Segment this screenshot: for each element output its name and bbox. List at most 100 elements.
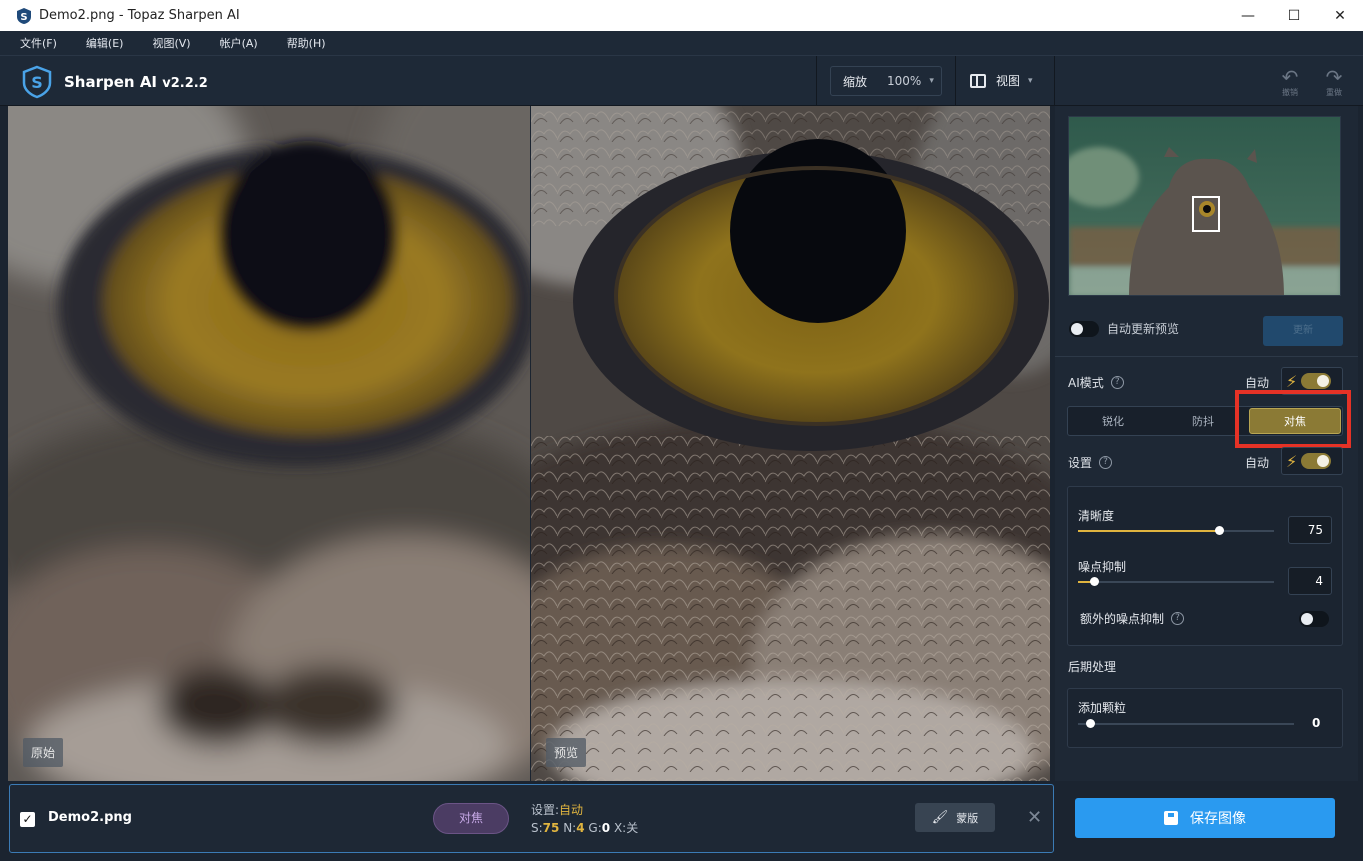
file-bar: ✓ Demo2.png 对焦 设置:自动 S:75 N:4 G:0 X:关 🖌 …	[9, 784, 1054, 853]
settings-panel: 清晰度 75 噪点抑制 4 额外的噪点抑制 ?	[1067, 486, 1343, 646]
navigator-thumbnail[interactable]	[1068, 116, 1341, 296]
menu-file[interactable]: 文件(F)	[20, 35, 57, 51]
chevron-down-icon: ▾	[929, 76, 934, 86]
n-label: N:	[563, 821, 577, 835]
mask-label: 蒙版	[956, 811, 979, 825]
app-brand: Sharpen AI v2.2.2	[64, 73, 208, 91]
app-name: Sharpen AI	[64, 73, 158, 91]
extra-noise-toggle[interactable]	[1299, 611, 1329, 627]
g-value: 0	[601, 821, 611, 835]
original-owl-image	[8, 106, 530, 781]
sidebar-divider	[1055, 356, 1358, 357]
zoom-value: 100%	[887, 74, 922, 88]
redo-icon: ↷	[1325, 65, 1343, 89]
s-label: S:	[531, 821, 543, 835]
save-image-button[interactable]: 保存图像	[1075, 798, 1335, 838]
original-image-panel[interactable]: 原始	[8, 106, 530, 781]
redo-button[interactable]: ↷ 重做	[1320, 66, 1348, 98]
zoom-selector[interactable]: 缩放 100% ▾	[830, 66, 942, 96]
update-preview-button[interactable]: 更新	[1263, 316, 1343, 346]
main-toolbar: S Sharpen AI v2.2.2 缩放 100% ▾ 视图 ▾ ↶ 撤销 …	[0, 55, 1363, 106]
s-value: 75	[542, 821, 560, 835]
n-value: 4	[576, 821, 585, 835]
undo-button[interactable]: ↶ 撤销	[1276, 66, 1304, 98]
grain-slider[interactable]	[1078, 719, 1294, 728]
menu-account[interactable]: 帐户(A)	[220, 35, 258, 51]
redo-label: 重做	[1326, 88, 1342, 97]
ai-mode-auto-label: 自动	[1245, 376, 1270, 390]
view-label: 视图	[996, 74, 1021, 88]
svg-text:S: S	[20, 12, 27, 23]
mask-button[interactable]: 🖌 蒙版	[915, 803, 995, 832]
slider-handle[interactable]	[1086, 719, 1095, 728]
close-window-button[interactable]: ✕	[1317, 0, 1363, 31]
settings-prefix: 设置:	[531, 803, 560, 817]
menu-help[interactable]: 帮助(H)	[287, 35, 326, 51]
settings-auto-switch[interactable]: ⚡	[1281, 447, 1343, 475]
noise-value-input[interactable]: 4	[1288, 567, 1332, 595]
window-titlebar: S Demo2.png - Topaz Sharpen AI — ☐ ✕	[0, 0, 1363, 31]
menu-view[interactable]: 视图(V)	[152, 35, 190, 51]
x-value: 关	[626, 821, 639, 835]
slider-handle[interactable]	[1089, 577, 1099, 586]
file-name: Demo2.png	[48, 810, 132, 825]
sharpness-value-input[interactable]: 75	[1288, 516, 1332, 544]
sharpness-label: 清晰度	[1078, 509, 1115, 523]
grain-panel: 添加颗粒 0	[1067, 688, 1343, 748]
ai-mode-title: AI模式 ?	[1068, 374, 1124, 391]
annotation-highlight-box	[1235, 390, 1351, 448]
sharpen-logo-icon: S	[22, 65, 52, 99]
grain-label: 添加颗粒	[1078, 701, 1127, 715]
file-mode-badge: 对焦	[433, 803, 509, 834]
undo-icon: ↶	[1281, 65, 1299, 89]
file-settings-summary: 设置:自动 S:75 N:4 G:0 X:关	[531, 801, 638, 837]
sharpness-slider[interactable]	[1078, 526, 1274, 535]
view-mode-button[interactable]: 视图 ▾	[970, 72, 1033, 89]
settings-title: 设置 ?	[1068, 454, 1113, 471]
save-disk-icon	[1164, 811, 1178, 825]
post-processing-title: 后期处理	[1068, 660, 1117, 674]
svg-text:S: S	[31, 73, 43, 92]
zoom-label: 缩放	[843, 74, 868, 89]
settings-label: 设置	[1068, 456, 1093, 470]
toolbar-divider	[955, 56, 956, 106]
slider-handle[interactable]	[1215, 526, 1225, 535]
preview-label-tag: 预览	[546, 738, 587, 767]
g-label: G:	[588, 821, 602, 835]
preview-image-panel[interactable]: 预览	[531, 106, 1050, 781]
extra-noise-row: 额外的噪点抑制 ?	[1080, 610, 1185, 627]
help-icon[interactable]: ?	[1171, 612, 1185, 625]
help-icon[interactable]: ?	[1110, 376, 1124, 389]
noise-slider[interactable]	[1078, 577, 1274, 586]
right-sidebar: 自动更新预览 更新 AI模式 ? 自动 ⚡ 锐化 防抖 对焦 设置 ? 自动 ⚡…	[1055, 106, 1358, 781]
menu-bar: 文件(F) 编辑(E) 视图(V) 帐户(A) 帮助(H)	[0, 31, 1363, 55]
split-view-icon	[970, 73, 986, 88]
settings-auto: 自动	[559, 803, 584, 817]
extra-noise-label: 额外的噪点抑制	[1080, 612, 1165, 626]
maximize-button[interactable]: ☐	[1271, 0, 1317, 31]
undo-label: 撤销	[1282, 88, 1298, 97]
settings-auto-label: 自动	[1245, 456, 1270, 470]
app-logo-icon: S	[17, 7, 31, 24]
auto-update-toggle[interactable]	[1069, 320, 1099, 337]
original-label-tag: 原始	[23, 738, 64, 767]
lightning-icon: ⚡	[1286, 371, 1298, 391]
auto-update-preview-row[interactable]: 自动更新预览	[1069, 320, 1179, 337]
save-image-label: 保存图像	[1190, 811, 1246, 827]
preview-owl-image	[531, 106, 1050, 781]
mode-sharpen[interactable]: 锐化	[1068, 407, 1158, 435]
menu-edit[interactable]: 编辑(E)	[86, 35, 124, 51]
minimize-button[interactable]: —	[1225, 0, 1271, 31]
ai-mode-label: AI模式	[1068, 376, 1104, 390]
settings-auto-toggle[interactable]	[1301, 453, 1332, 469]
x-label: X:	[613, 821, 627, 835]
remove-file-icon[interactable]: ✕	[1027, 807, 1042, 828]
app-version: v2.2.2	[162, 76, 208, 91]
help-icon[interactable]: ?	[1099, 456, 1113, 469]
window-title: Demo2.png - Topaz Sharpen AI	[39, 8, 240, 23]
file-checkbox[interactable]: ✓	[20, 812, 35, 827]
chevron-down-icon: ▾	[1028, 75, 1033, 86]
auto-update-label: 自动更新预览	[1107, 322, 1180, 336]
brush-icon: 🖌	[931, 810, 949, 825]
ai-mode-auto-toggle[interactable]	[1301, 373, 1332, 389]
